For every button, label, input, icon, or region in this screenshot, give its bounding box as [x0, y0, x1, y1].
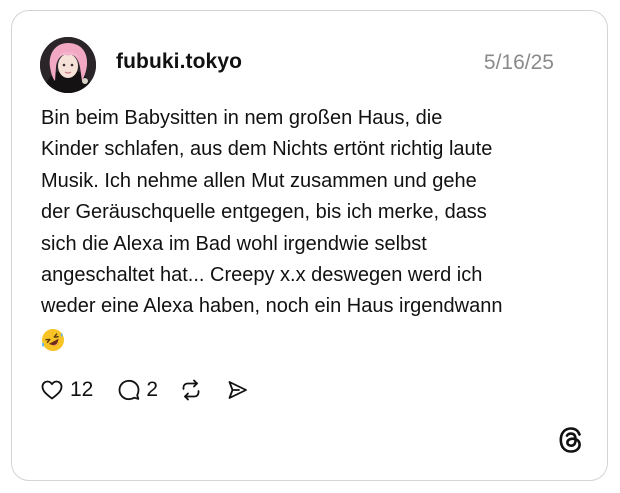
rolling-laughing-emoji: [41, 328, 65, 352]
post-date: 5/16/25: [483, 51, 554, 74]
repost-icon: [179, 378, 203, 402]
send-icon: [225, 378, 249, 402]
like-count: 12: [70, 378, 94, 401]
heart-icon: [40, 378, 64, 402]
threads-logo-icon: [556, 425, 586, 455]
reply-count: 2: [146, 378, 159, 401]
post-text: Bin beim Babysitten in nem großen Haus, …: [41, 107, 503, 318]
post-actions: 12 2: [40, 375, 249, 405]
share-button[interactable]: [225, 378, 249, 402]
username[interactable]: fubuki.tokyo: [116, 50, 242, 74]
reply-button[interactable]: 2: [117, 378, 158, 402]
like-button[interactable]: 12: [40, 378, 93, 402]
repost-button[interactable]: [179, 378, 203, 402]
comment-icon: [117, 378, 141, 402]
avatar[interactable]: [40, 37, 96, 93]
